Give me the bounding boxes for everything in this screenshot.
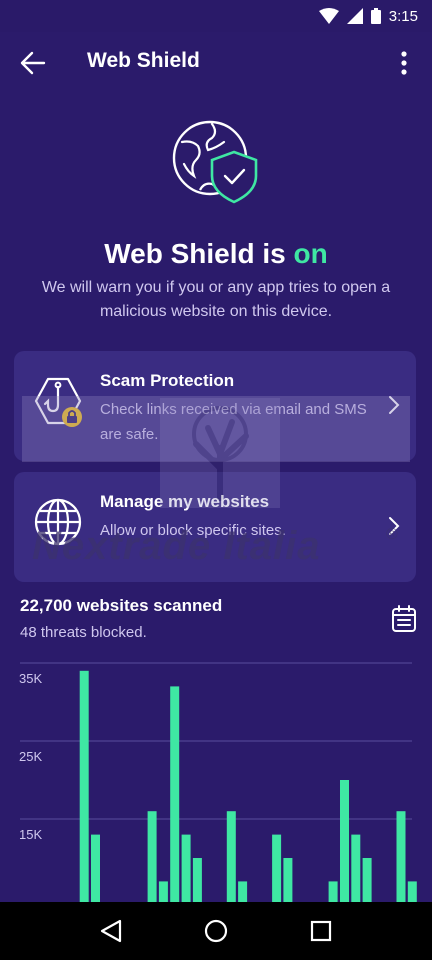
y-tick-label: 25K <box>19 749 42 764</box>
chart-bar <box>158 881 168 902</box>
chart-bar <box>226 811 236 902</box>
chart-bar <box>283 858 293 902</box>
manage-websites-card[interactable]: Manage my websites Allow or block specif… <box>14 472 416 582</box>
wifi-icon <box>318 8 339 24</box>
chevron-right-icon <box>389 517 400 535</box>
shield-description: We will warn you if you or any app tries… <box>41 279 391 320</box>
chart-bar <box>91 834 100 902</box>
status-bar: 3:15 <box>0 0 432 32</box>
chart-bar <box>351 834 361 902</box>
globe-shield-icon <box>172 120 258 204</box>
websites-scanned-count: 22,700 websites scanned <box>20 596 223 615</box>
chart-bar <box>362 858 372 902</box>
back-triangle-icon[interactable] <box>96 916 126 946</box>
threats-blocked-count: 48 threats blocked. <box>20 624 147 641</box>
status-time: 3:15 <box>388 7 418 25</box>
chart-bar <box>340 780 349 902</box>
home-circle-icon[interactable] <box>201 916 231 946</box>
globe-icon <box>34 498 82 546</box>
chart-bar <box>192 858 202 902</box>
more-vertical-icon[interactable] <box>398 50 410 76</box>
recents-square-icon[interactable] <box>306 916 336 946</box>
app-bar: Web Shield <box>0 32 432 92</box>
hook-lock-icon <box>34 377 82 427</box>
chart-bar <box>272 834 282 902</box>
y-tick-label: 15K <box>19 827 42 842</box>
chart-bar <box>170 686 180 902</box>
chart-bar <box>407 881 417 902</box>
shield-status-title: Web Shield is on <box>0 238 432 270</box>
arrow-left-icon[interactable] <box>18 50 50 76</box>
card-title: Manage my websites <box>100 492 270 511</box>
scam-protection-card[interactable]: Scam Protection Check links received via… <box>14 351 416 461</box>
chart-bar <box>396 811 406 902</box>
y-tick-label: 35K <box>19 671 42 686</box>
shield-status-state: on <box>293 238 328 269</box>
calendar-icon[interactable] <box>390 604 418 634</box>
shield-status-prefix: Web Shield is <box>104 238 294 269</box>
chart-bar <box>328 881 338 902</box>
chart-bar <box>79 670 89 902</box>
page-title: Web Shield <box>87 49 200 72</box>
battery-icon <box>370 8 381 24</box>
signal-icon <box>346 8 363 24</box>
card-description: Check links received via email and SMS a… <box>100 401 367 443</box>
scan-chart: 35K 25K 15K <box>19 662 417 902</box>
card-title: Scam Protection <box>100 371 235 390</box>
system-nav-bar <box>0 902 432 960</box>
chevron-right-icon <box>389 396 400 414</box>
chart-bar <box>181 834 191 902</box>
status-icons: 3:15 <box>318 6 418 26</box>
card-description: Allow or block specific sites. <box>100 522 286 539</box>
chart-bar <box>238 881 248 902</box>
chart-bar <box>147 811 157 902</box>
